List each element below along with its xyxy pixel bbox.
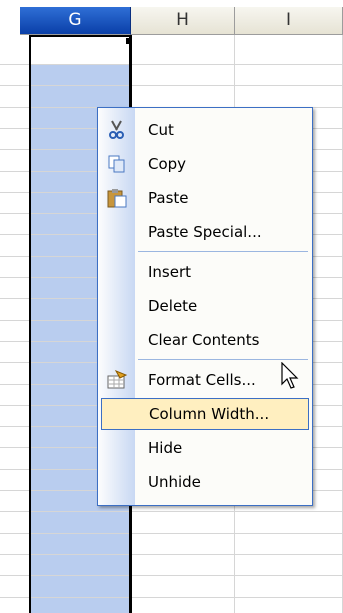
menu-item-label: Format Cells... [148,371,256,389]
menu-item-paste-special[interactable]: Paste Special... [100,216,310,248]
menu-item-format-cells[interactable]: Format Cells... [100,364,310,396]
selection-border-left [29,35,31,613]
active-cell[interactable] [29,35,132,64]
menu-item-label: Column Width... [149,405,270,423]
column-header-i[interactable]: I [235,7,343,35]
gridline [0,597,343,598]
gridline [0,85,343,86]
menu-item-hide[interactable]: Hide [100,432,310,464]
format-cells-icon [106,369,128,391]
menu-item-label: Clear Contents [148,331,260,349]
menu-item-column-width[interactable]: Column Width... [101,398,309,430]
gridline [0,533,343,534]
menu-item-label: Delete [148,297,198,315]
gridline [0,575,343,576]
fill-handle[interactable] [126,38,132,44]
menu-item-label: Hide [148,439,183,457]
scissors-icon [106,119,128,141]
menu-item-label: Paste Special... [148,223,262,241]
gridline [0,511,343,512]
menu-item-label: Copy [148,155,187,173]
menu-item-unhide[interactable]: Unhide [100,466,310,498]
menu-item-copy[interactable]: Copy [100,148,310,180]
column-header-g[interactable]: G [20,7,131,35]
copy-icon [106,153,128,175]
clipboard-paste-icon [106,187,128,209]
mouse-pointer-icon [281,362,299,389]
gridline [0,64,343,65]
menu-item-insert[interactable]: Insert [100,256,310,288]
menu-item-label: Cut [148,121,174,139]
menu-item-label: Unhide [148,473,201,491]
menu-item-delete[interactable]: Delete [100,290,310,322]
menu-separator [138,359,308,360]
menu-item-paste[interactable]: Paste [100,182,310,214]
menu-item-cut[interactable]: Cut [100,114,310,146]
menu-item-label: Insert [148,263,192,281]
column-header-h[interactable]: H [131,7,235,35]
menu-separator [138,251,308,252]
context-menu: Cut Copy Paste Paste Special... Insert D… [97,107,313,506]
gridline [0,554,343,555]
menu-item-clear-contents[interactable]: Clear Contents [100,324,310,356]
menu-item-label: Paste [148,189,189,207]
